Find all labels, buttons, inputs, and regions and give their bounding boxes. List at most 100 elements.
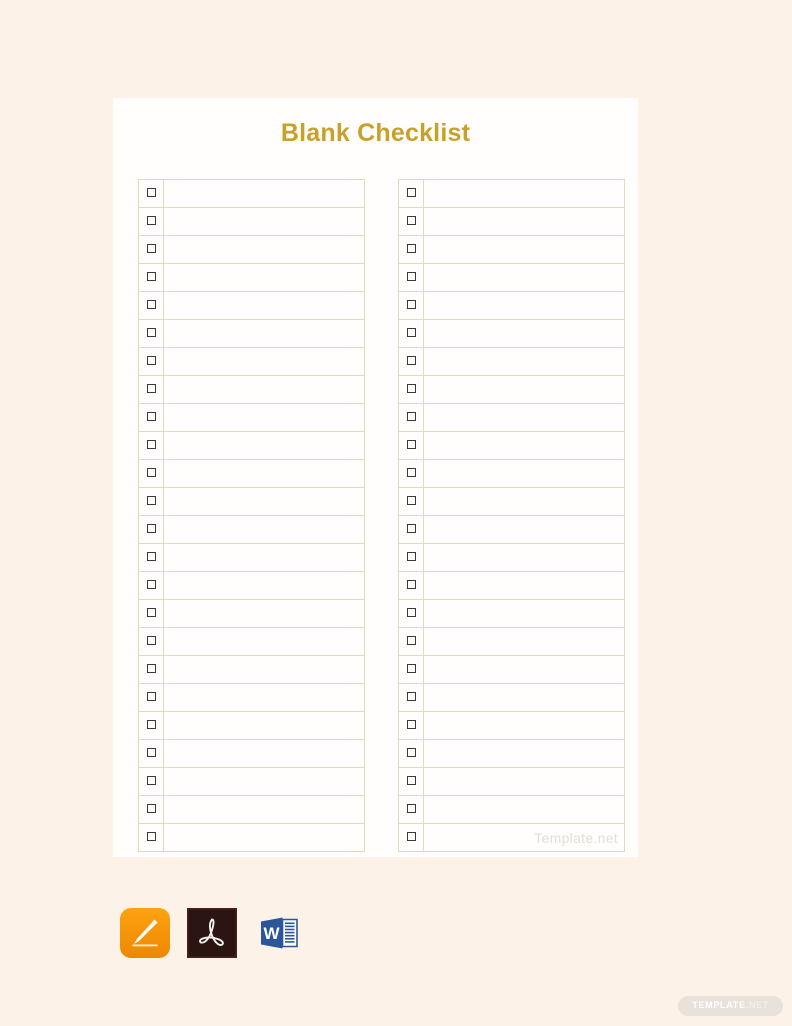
checkbox-icon[interactable]	[146, 300, 156, 310]
checklist-item-input[interactable]	[423, 263, 625, 292]
checkbox-icon[interactable]	[146, 776, 156, 786]
checkbox-icon[interactable]	[146, 580, 156, 590]
checkbox-icon[interactable]	[406, 832, 416, 842]
checkbox-icon[interactable]	[406, 664, 416, 674]
checkbox-icon[interactable]	[406, 776, 416, 786]
checkbox-icon[interactable]	[406, 216, 416, 226]
checklist-item-input[interactable]	[423, 375, 625, 404]
checkbox-cell[interactable]	[138, 599, 164, 628]
checkbox-icon[interactable]	[406, 188, 416, 198]
checkbox-cell[interactable]	[138, 263, 164, 292]
checkbox-icon[interactable]	[146, 552, 156, 562]
checkbox-icon[interactable]	[406, 720, 416, 730]
checklist-item-input[interactable]	[163, 459, 365, 488]
checkbox-cell[interactable]	[398, 655, 424, 684]
checklist-item-input[interactable]	[163, 683, 365, 712]
checkbox-icon[interactable]	[406, 384, 416, 394]
checkbox-icon[interactable]	[146, 328, 156, 338]
checkbox-cell[interactable]	[398, 711, 424, 740]
checkbox-cell[interactable]	[398, 543, 424, 572]
checklist-item-input[interactable]	[163, 571, 365, 600]
checkbox-icon[interactable]	[146, 272, 156, 282]
checkbox-cell[interactable]	[138, 403, 164, 432]
checkbox-cell[interactable]	[138, 543, 164, 572]
checklist-item-input[interactable]	[423, 711, 625, 740]
checklist-item-input[interactable]	[423, 347, 625, 376]
checkbox-icon[interactable]	[406, 636, 416, 646]
checklist-item-input[interactable]	[423, 431, 625, 460]
checklist-item-input[interactable]	[163, 543, 365, 572]
checklist-item-input[interactable]	[163, 431, 365, 460]
checkbox-cell[interactable]	[138, 767, 164, 796]
checklist-item-input[interactable]	[163, 347, 365, 376]
checklist-item-input[interactable]	[163, 207, 365, 236]
checkbox-cell[interactable]	[398, 431, 424, 460]
adobe-pdf-icon[interactable]	[187, 908, 237, 958]
checklist-item-input[interactable]	[423, 403, 625, 432]
checklist-item-input[interactable]	[423, 683, 625, 712]
checklist-item-input[interactable]	[423, 291, 625, 320]
checkbox-cell[interactable]	[398, 571, 424, 600]
checklist-item-input[interactable]	[423, 319, 625, 348]
checkbox-cell[interactable]	[138, 235, 164, 264]
checkbox-icon[interactable]	[406, 272, 416, 282]
checkbox-icon[interactable]	[146, 244, 156, 254]
checkbox-icon[interactable]	[406, 468, 416, 478]
apple-pages-icon[interactable]	[120, 908, 170, 958]
checkbox-icon[interactable]	[146, 692, 156, 702]
checkbox-cell[interactable]	[398, 515, 424, 544]
checklist-item-input[interactable]	[423, 515, 625, 544]
checkbox-cell[interactable]	[138, 459, 164, 488]
checkbox-icon[interactable]	[146, 524, 156, 534]
checklist-item-input[interactable]	[423, 599, 625, 628]
checkbox-cell[interactable]	[138, 823, 164, 852]
checkbox-cell[interactable]	[398, 403, 424, 432]
checkbox-icon[interactable]	[406, 804, 416, 814]
checkbox-cell[interactable]	[398, 235, 424, 264]
checkbox-cell[interactable]	[398, 767, 424, 796]
checkbox-cell[interactable]	[138, 375, 164, 404]
checkbox-cell[interactable]	[398, 319, 424, 348]
checkbox-cell[interactable]	[138, 431, 164, 460]
microsoft-word-icon[interactable]: W	[254, 908, 304, 958]
checkbox-icon[interactable]	[146, 412, 156, 422]
checkbox-icon[interactable]	[146, 188, 156, 198]
template-net-badge[interactable]: TEMPLATE.NET	[678, 996, 783, 1016]
checkbox-cell[interactable]	[138, 487, 164, 516]
checkbox-cell[interactable]	[398, 291, 424, 320]
checkbox-cell[interactable]	[398, 627, 424, 656]
checkbox-icon[interactable]	[406, 692, 416, 702]
checkbox-cell[interactable]	[138, 627, 164, 656]
checkbox-icon[interactable]	[406, 328, 416, 338]
checkbox-icon[interactable]	[146, 748, 156, 758]
checkbox-icon[interactable]	[146, 720, 156, 730]
checkbox-icon[interactable]	[406, 412, 416, 422]
checkbox-cell[interactable]	[138, 655, 164, 684]
checkbox-cell[interactable]	[398, 795, 424, 824]
checkbox-cell[interactable]	[398, 823, 424, 852]
checklist-item-input[interactable]	[423, 627, 625, 656]
checkbox-cell[interactable]	[138, 347, 164, 376]
checklist-item-input[interactable]	[423, 795, 625, 824]
checklist-item-input[interactable]	[163, 795, 365, 824]
checkbox-icon[interactable]	[146, 832, 156, 842]
checklist-item-input[interactable]	[163, 655, 365, 684]
checkbox-icon[interactable]	[146, 496, 156, 506]
checklist-item-input[interactable]	[423, 571, 625, 600]
checkbox-icon[interactable]	[406, 580, 416, 590]
checklist-item-input[interactable]	[163, 515, 365, 544]
checklist-item-input[interactable]	[163, 823, 365, 852]
checklist-item-input[interactable]	[163, 319, 365, 348]
checkbox-cell[interactable]	[398, 207, 424, 236]
checkbox-cell[interactable]	[398, 739, 424, 768]
checkbox-cell[interactable]	[398, 347, 424, 376]
checkbox-cell[interactable]	[138, 739, 164, 768]
checklist-item-input[interactable]: Template.net	[423, 823, 625, 852]
checkbox-cell[interactable]	[138, 795, 164, 824]
checklist-item-input[interactable]	[163, 235, 365, 264]
checkbox-icon[interactable]	[406, 524, 416, 534]
checklist-item-input[interactable]	[163, 179, 365, 208]
checkbox-icon[interactable]	[406, 496, 416, 506]
checkbox-cell[interactable]	[138, 515, 164, 544]
checkbox-cell[interactable]	[398, 459, 424, 488]
